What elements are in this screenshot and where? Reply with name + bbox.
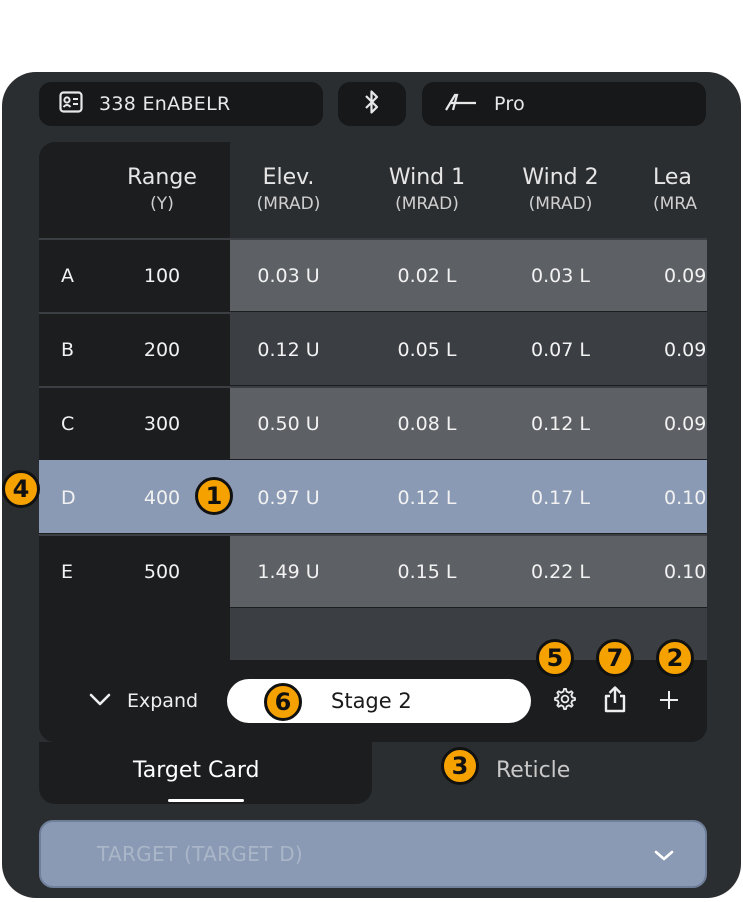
header-title: Wind 1 [388, 165, 466, 190]
column-header-wind1: Wind 1 (MRAD) [362, 142, 492, 238]
elev-value: 0.50 U [257, 412, 320, 435]
wind2-value: 0.03 L [531, 264, 590, 287]
row-range: 500 [143, 560, 181, 583]
lead-value: 0.10 [664, 560, 707, 583]
callout-badge-5: 5 [536, 639, 574, 677]
wind1-value: 0.15 L [397, 560, 457, 583]
header-unit: (MRA [653, 194, 698, 214]
row-letter: B [61, 338, 75, 361]
table-row-b[interactable]: B 200 0.12 U 0.05 L 0.07 L 0.09 [39, 312, 707, 385]
add-button[interactable] [651, 682, 687, 720]
tab-active-indicator [168, 799, 244, 802]
wind1-value: 0.12 L [397, 486, 457, 509]
bluetooth-icon [363, 89, 381, 120]
profile-card-icon [59, 90, 83, 118]
tab-target-card[interactable]: Target Card [133, 758, 260, 783]
profile-name: 338 EnABELR [99, 93, 231, 115]
header-unit: (MRAD) [528, 194, 593, 214]
plus-icon [658, 684, 680, 719]
column-header-wind2: Wind 2 (MRAD) [494, 142, 627, 238]
brand-logo-icon [444, 92, 478, 117]
row-values: 0.50 U 0.08 L 0.12 L 0.09 [230, 388, 707, 459]
column-header-elev: Elev. (MRAD) [230, 142, 347, 238]
callout-badge-3: 3 [441, 747, 479, 785]
callout-badge-4: 4 [2, 470, 40, 508]
column-header-lead: Lea (MRA [639, 142, 707, 238]
device-label: Pro [494, 93, 526, 115]
callout-badge-2: 2 [656, 639, 694, 677]
chevron-down-icon [653, 844, 675, 868]
header-unit: (Y) [150, 194, 174, 214]
share-button[interactable] [597, 682, 633, 720]
tab-reticle[interactable]: Reticle [496, 758, 570, 783]
bluetooth-button[interactable] [338, 82, 406, 126]
lead-value: 0.09 [664, 338, 707, 361]
header-unit: (MRAD) [256, 194, 321, 214]
header-unit: (MRAD) [395, 194, 459, 214]
row-values: 0.03 U 0.02 L 0.03 L 0.09 [230, 240, 707, 311]
row-letter: E [61, 560, 74, 583]
table-row-a[interactable]: A 100 0.03 U 0.02 L 0.03 L 0.09 [39, 238, 707, 311]
gear-icon [553, 687, 577, 715]
chevron-down-icon [89, 690, 111, 712]
row-range: 100 [143, 264, 181, 287]
table-row-d-selected[interactable]: D 400 0.97 U 0.12 L 0.17 L 0.10 [39, 460, 707, 533]
stage-label: Stage 2 [331, 689, 412, 713]
wind1-value: 0.08 L [397, 412, 457, 435]
expand-button[interactable]: Expand [89, 682, 198, 720]
table-empty-row [230, 608, 707, 660]
wind2-value: 0.12 L [531, 412, 590, 435]
row-values: 0.12 U 0.05 L 0.07 L 0.09 [230, 314, 707, 385]
elev-value: 0.12 U [257, 338, 320, 361]
row-range: 300 [143, 412, 181, 435]
callout-badge-7: 7 [596, 639, 634, 677]
column-header-range: Range (Y) [101, 142, 223, 238]
elev-value: 1.49 U [257, 560, 320, 583]
callout-badge-6: 6 [264, 683, 302, 721]
callout-badge-1: 1 [195, 477, 233, 515]
row-letter: D [61, 486, 76, 509]
header-title: Wind 2 [522, 165, 599, 190]
lead-value: 0.10 [664, 486, 707, 509]
wind2-value: 0.22 L [531, 560, 590, 583]
wind1-value: 0.05 L [397, 338, 457, 361]
profile-selector[interactable]: 338 EnABELR [39, 82, 323, 126]
device-selector[interactable]: Pro [422, 82, 706, 126]
wind1-value: 0.02 L [397, 264, 457, 287]
table-row-e[interactable]: E 500 1.49 U 0.15 L 0.22 L 0.10 [39, 534, 707, 607]
lead-value: 0.09 [664, 264, 707, 287]
header-title: Elev. [262, 165, 315, 190]
table-row-c[interactable]: C 300 0.50 U 0.08 L 0.12 L 0.09 [39, 386, 707, 459]
settings-button[interactable] [547, 682, 583, 720]
target-dropdown-value: TARGET (TARGET D) [97, 842, 304, 866]
header-title: Range [127, 165, 197, 190]
row-letter: A [61, 264, 74, 287]
row-values: 0.97 U 0.12 L 0.17 L 0.10 [230, 462, 707, 533]
row-letter: C [61, 412, 75, 435]
lead-value: 0.09 [664, 412, 707, 435]
target-dropdown[interactable]: TARGET (TARGET D) [39, 820, 707, 888]
row-range: 200 [143, 338, 181, 361]
row-values: 1.49 U 0.15 L 0.22 L 0.10 [230, 536, 707, 607]
header-title: Lea [653, 165, 692, 190]
share-icon [603, 685, 627, 717]
wind2-value: 0.17 L [531, 486, 590, 509]
expand-label: Expand [127, 690, 199, 712]
wind2-value: 0.07 L [531, 338, 590, 361]
elev-value: 0.97 U [257, 486, 320, 509]
elev-value: 0.03 U [257, 264, 320, 287]
